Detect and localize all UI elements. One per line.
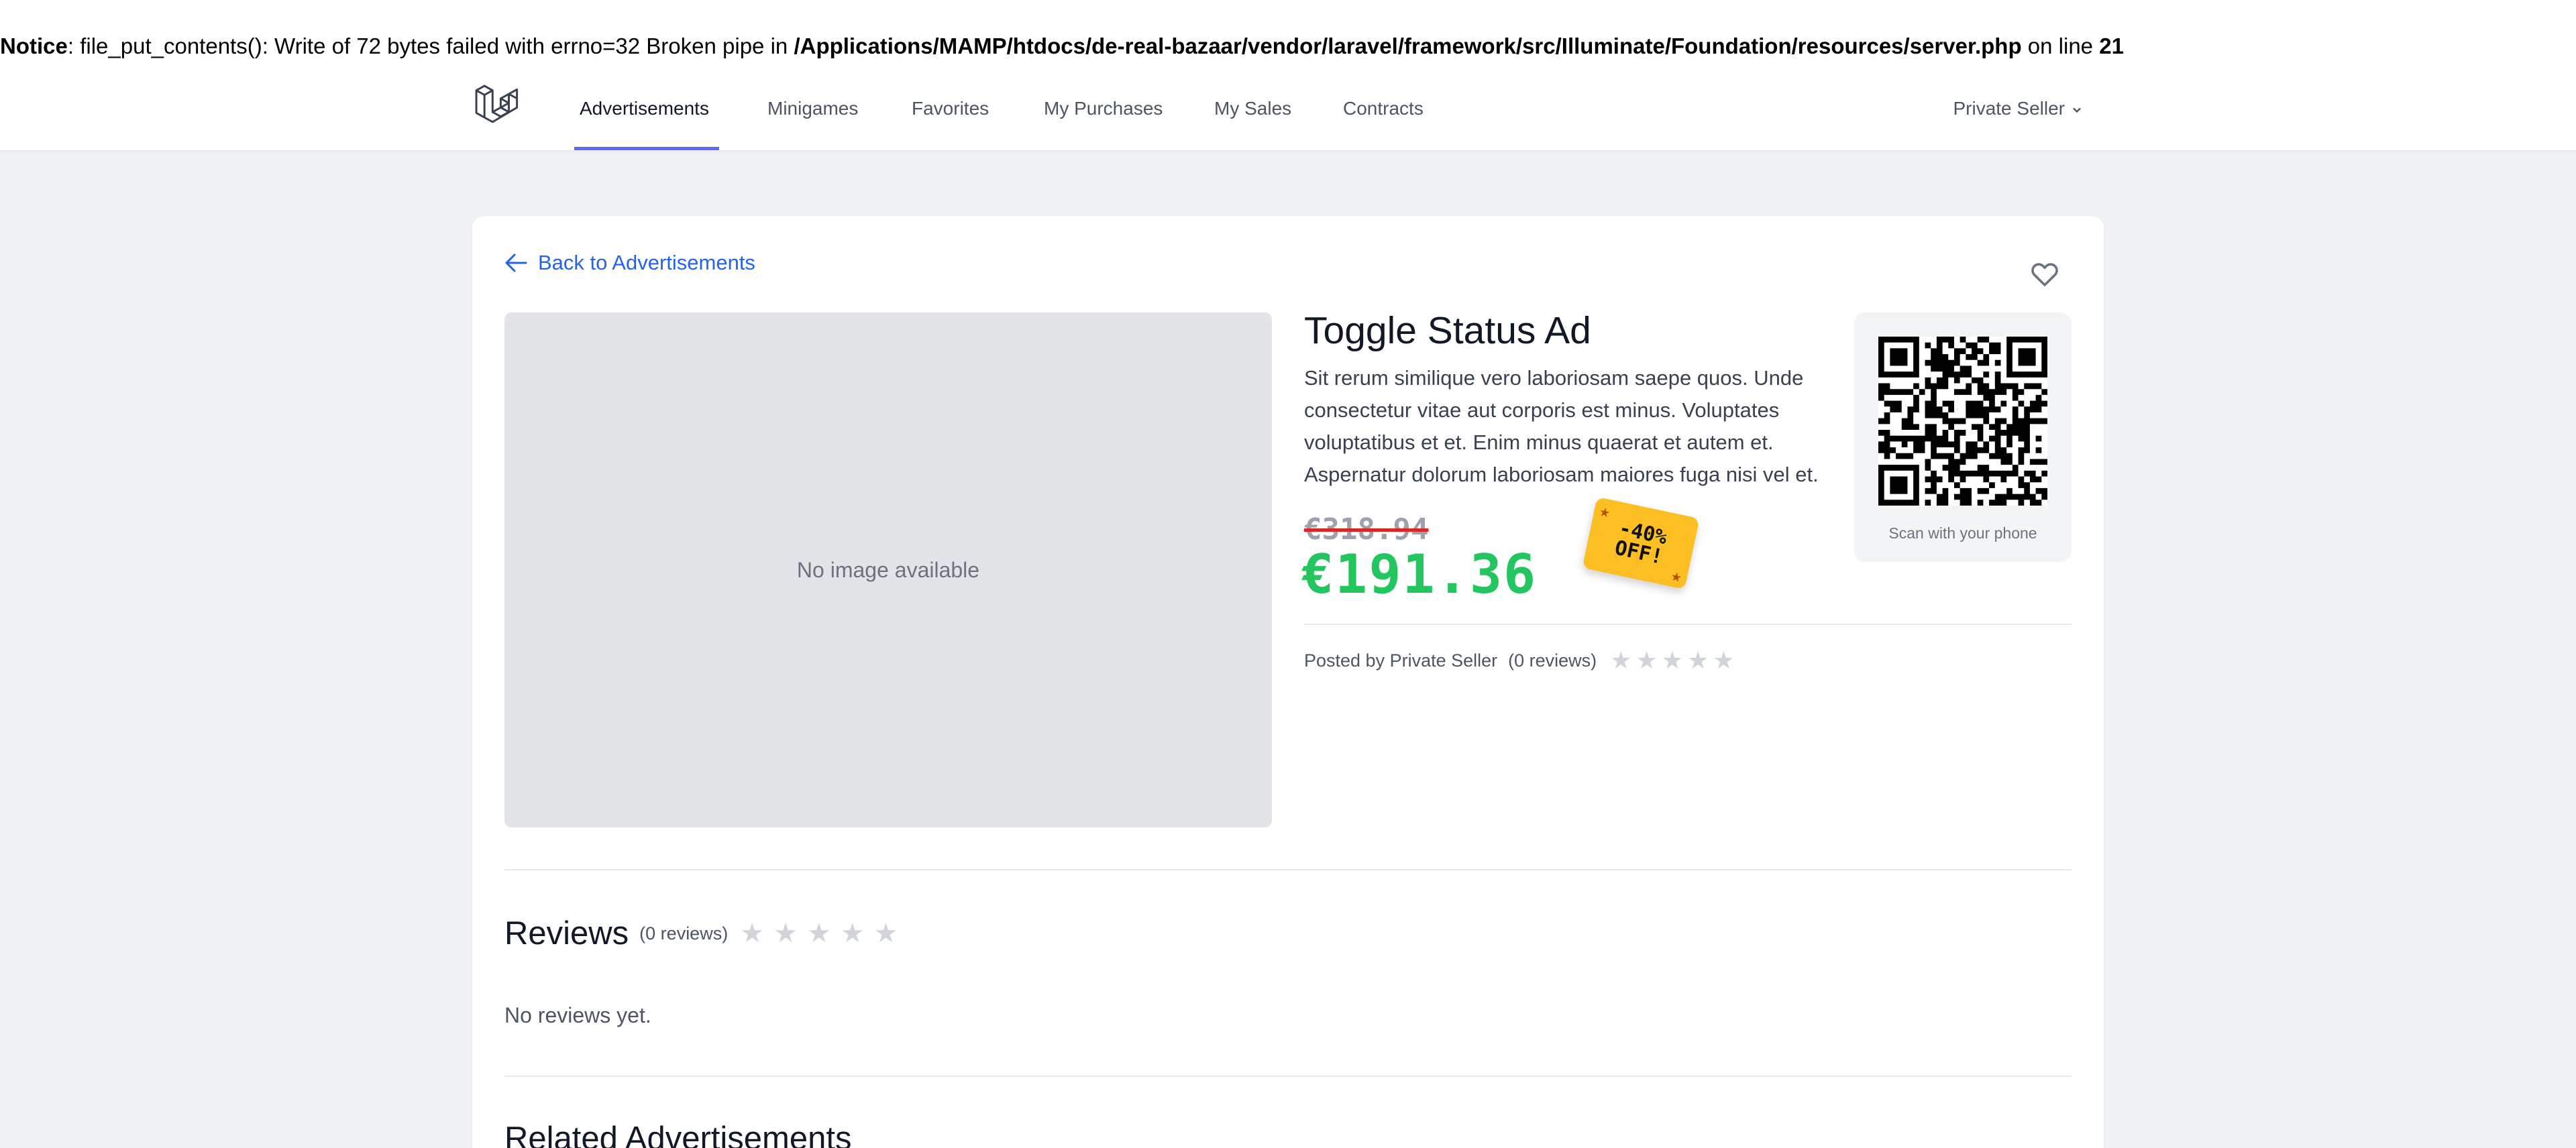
star-icon: ★ bbox=[840, 919, 865, 948]
ad-description: Sit rerum similique vero laboriosam saep… bbox=[1304, 366, 1819, 486]
chevron-down-icon bbox=[2073, 107, 2081, 113]
laravel-logo-icon[interactable] bbox=[474, 83, 521, 130]
posted-by-text: Posted by Private Seller bbox=[1304, 650, 1498, 671]
qr-code-icon bbox=[1878, 337, 2047, 506]
notice-message: : file_put_contents(): Write of 72 bytes… bbox=[67, 34, 794, 58]
nav-favorites[interactable]: Favorites bbox=[912, 67, 989, 150]
nav-my-sales[interactable]: My Sales bbox=[1214, 67, 1291, 150]
nav-my-purchases[interactable]: My Purchases bbox=[1044, 67, 1163, 150]
notice-path: /Applications/MAMP/htdocs/de-real-bazaar… bbox=[794, 34, 2022, 58]
ad-detail-card: Back to Advertisements No image availabl… bbox=[472, 216, 2104, 1148]
qr-code-panel: Scan with your phone bbox=[1854, 312, 2072, 562]
star-icon: ★ bbox=[1661, 646, 1684, 674]
divider bbox=[1304, 624, 2072, 625]
notice-label: Notice bbox=[0, 34, 68, 58]
qr-caption: Scan with your phone bbox=[1888, 524, 2037, 542]
ad-image-placeholder: No image available bbox=[504, 312, 1272, 827]
discounted-price: €191.36 bbox=[1301, 543, 1538, 606]
notice-line-text: on line bbox=[2021, 34, 2100, 58]
star-icon: ★ bbox=[740, 919, 765, 948]
nav-advertisements[interactable]: Advertisements bbox=[580, 67, 709, 150]
reviews-count: (0 reviews) bbox=[639, 923, 729, 943]
arrow-left-icon bbox=[505, 253, 527, 272]
no-image-text: No image available bbox=[796, 557, 980, 582]
notice-line-number: 21 bbox=[2099, 34, 2124, 58]
seller-review-count: (0 reviews) bbox=[1508, 650, 1597, 671]
reviews-section-header: Reviews (0 reviews) ★ ★ ★ ★ ★ bbox=[504, 915, 898, 952]
original-price: €318.94 bbox=[1304, 512, 1429, 547]
nav-contracts[interactable]: Contracts bbox=[1343, 67, 1424, 150]
star-icon: ★ bbox=[1610, 646, 1632, 674]
divider bbox=[504, 1076, 2072, 1077]
heart-icon[interactable] bbox=[2029, 257, 2061, 290]
user-name: Private Seller bbox=[1953, 98, 2065, 119]
seller-info: Posted by Private Seller (0 reviews) ★ ★… bbox=[1304, 646, 1735, 675]
star-icon: ★ bbox=[873, 919, 898, 948]
no-reviews-message: No reviews yet. bbox=[504, 1003, 651, 1027]
back-link-label: Back to Advertisements bbox=[538, 251, 755, 274]
discount-badge: ★ -40% OFF! ★ bbox=[1582, 496, 1700, 590]
back-to-advertisements-link[interactable]: Back to Advertisements bbox=[504, 251, 755, 275]
star-icon: ★ bbox=[1635, 646, 1658, 674]
star-icon: ★ bbox=[773, 919, 798, 948]
reviews-rating-stars: ★ ★ ★ ★ ★ bbox=[740, 918, 898, 949]
nav-minigames[interactable]: Minigames bbox=[767, 67, 858, 150]
nav-active-indicator bbox=[574, 147, 719, 150]
star-icon: ★ bbox=[1713, 646, 1735, 674]
qr-code bbox=[1878, 337, 2047, 506]
related-ads-title: Related Advertisements bbox=[504, 1121, 852, 1148]
star-decoration-icon: ★ bbox=[1597, 500, 1613, 523]
star-icon: ★ bbox=[806, 919, 831, 948]
seller-rating-stars: ★ ★ ★ ★ ★ bbox=[1610, 646, 1734, 675]
user-menu-dropdown[interactable]: Private Seller bbox=[1953, 67, 2084, 150]
reviews-title: Reviews bbox=[504, 915, 629, 952]
top-nav: Advertisements Minigames Favorites My Pu… bbox=[0, 67, 2576, 152]
star-icon: ★ bbox=[1687, 646, 1709, 674]
divider bbox=[504, 869, 2072, 870]
star-decoration-icon: ★ bbox=[1669, 565, 1684, 587]
ad-title: Toggle Status Ad bbox=[1304, 309, 1591, 352]
